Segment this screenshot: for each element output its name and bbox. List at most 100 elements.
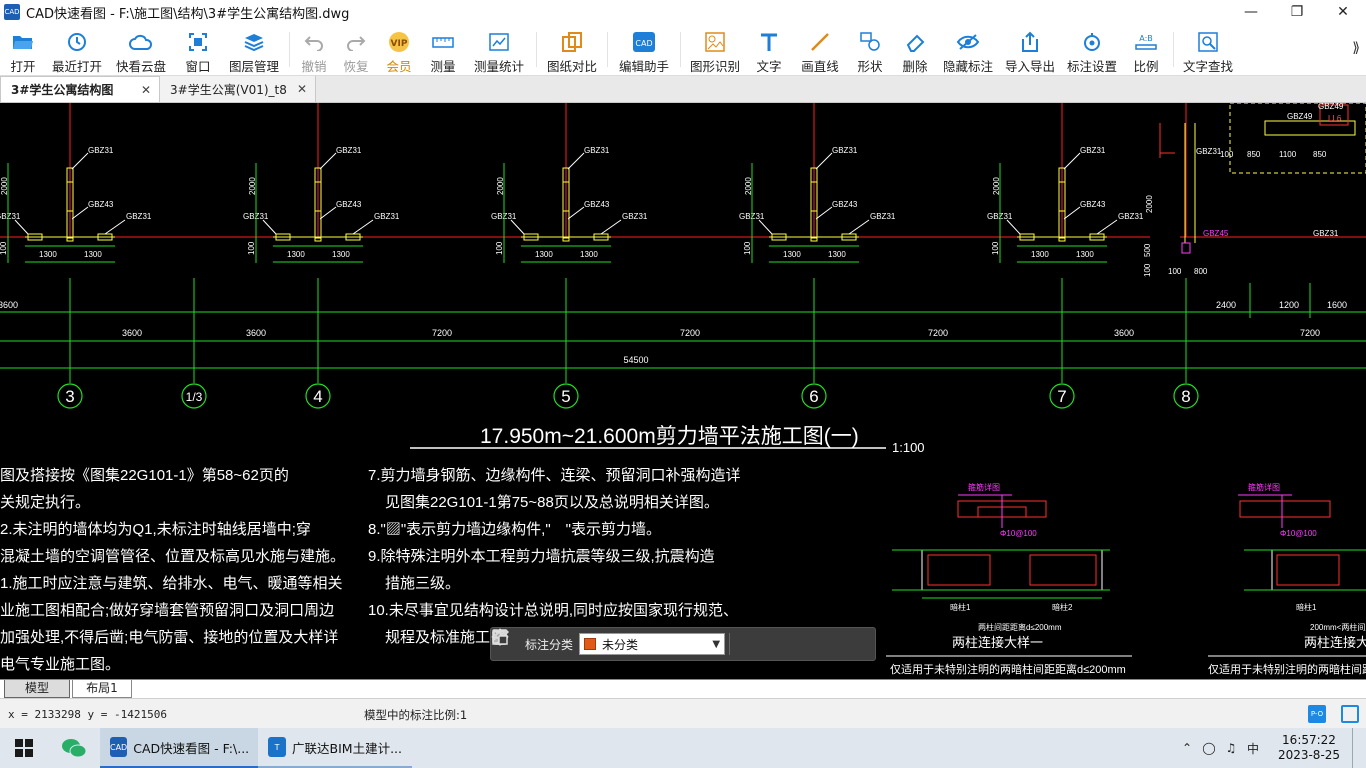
layout-tab-bar: 模型 布局1 bbox=[0, 679, 1366, 698]
minimize-button[interactable]: — bbox=[1228, 0, 1274, 24]
undo-button[interactable]: 撤销 bbox=[293, 24, 335, 75]
toolbar-label: 打开 bbox=[10, 59, 36, 74]
plan-scale: 1:100 bbox=[892, 440, 925, 455]
windows-start-icon[interactable] bbox=[0, 728, 48, 768]
network-icon[interactable]: ◯ bbox=[1198, 741, 1220, 755]
move-icon[interactable] bbox=[491, 627, 798, 661]
text-icon bbox=[757, 30, 781, 53]
volume-icon[interactable]: ♫ bbox=[1220, 741, 1242, 755]
measure-button[interactable]: 测量 bbox=[421, 24, 465, 75]
window-title: CAD快速看图 - F:\施工图\结构\3#学生公寓结构图.dwg bbox=[26, 6, 350, 22]
recent-open-button[interactable]: 最近打开 bbox=[46, 24, 108, 75]
shapes-button[interactable]: 形状 bbox=[848, 24, 892, 75]
leader-line bbox=[319, 206, 337, 220]
leader-line bbox=[14, 219, 29, 235]
shape-recognize-icon bbox=[703, 30, 727, 53]
dim-text: 850 bbox=[1313, 150, 1327, 159]
axis-bubble-labels: 3 1/3 4 5 6 7 8 bbox=[65, 387, 1190, 406]
tab-label: 3#学生公寓结构图 bbox=[11, 83, 114, 97]
detail-title: 两柱连接大样一 bbox=[952, 635, 1043, 650]
import-export-button[interactable]: 导入导出 bbox=[998, 24, 1062, 75]
vip-button[interactable]: VIP 会员 bbox=[377, 24, 421, 75]
dim-text: 1600 bbox=[1327, 300, 1347, 310]
taskbar-cad-viewer[interactable]: CAD CAD快速看图 - F:\... bbox=[100, 728, 258, 768]
dim-text: 3600 bbox=[246, 328, 266, 338]
toolbar-label: 图层管理 bbox=[228, 59, 279, 74]
layer-manager-button[interactable]: 图层管理 bbox=[222, 24, 286, 75]
eraser-icon bbox=[903, 30, 927, 53]
notes-left: 图及搭接按《图集22G101-1》第58~62页的 关规定执行。 2.未注明的墙… bbox=[0, 466, 345, 673]
col-label: GBZ31 bbox=[622, 212, 648, 221]
close-icon[interactable]: ✕ bbox=[141, 83, 151, 97]
dim-text: 100 bbox=[495, 241, 504, 255]
cloud-icon bbox=[129, 30, 153, 53]
plugin-badge-icon[interactable]: P-O bbox=[1308, 705, 1326, 723]
chevron-up-icon[interactable]: ⌃ bbox=[1176, 741, 1198, 755]
col-label: GBZ43 bbox=[336, 200, 362, 209]
taskbar-label: CAD快速看图 - F:\... bbox=[133, 740, 250, 756]
floatbar-divider bbox=[729, 633, 731, 655]
redo-button[interactable]: 恢复 bbox=[335, 24, 377, 75]
note-line: 混凝土墙的空调管管径、位置及标高见水施与建施。 bbox=[0, 548, 345, 565]
annotation-category-select[interactable]: 未分类 ▼ bbox=[579, 633, 726, 655]
close-window-button[interactable]: ✕ bbox=[1320, 0, 1366, 24]
status-bar: x = 2133298 y = -1421506 模型中的标注比例:1 P-O bbox=[0, 698, 1366, 728]
dim-text: 1300 bbox=[287, 250, 305, 259]
delete-button[interactable]: 删除 bbox=[892, 24, 938, 75]
note-line: 见图集22G101-1第75~88页以及总说明相关详图。 bbox=[385, 493, 719, 511]
maximize-button[interactable]: ❐ bbox=[1274, 0, 1320, 24]
col-label: GBZ31 bbox=[832, 146, 858, 155]
tab-3-student-apartment-structure[interactable]: 3#学生公寓结构图 ✕ bbox=[0, 76, 160, 102]
system-clock[interactable]: 16:57:22 2023-8-25 bbox=[1272, 733, 1346, 763]
show-desktop-button[interactable] bbox=[1352, 728, 1366, 768]
edit-assistant-button[interactable]: CAD 编辑助手 bbox=[611, 24, 677, 75]
hide-annotation-button[interactable]: 隐藏标注 bbox=[938, 24, 998, 75]
window-button[interactable]: 窗口 bbox=[174, 24, 222, 75]
wechat-icon[interactable] bbox=[48, 728, 100, 768]
measure-stats-button[interactable]: 测量统计 bbox=[465, 24, 533, 75]
edit-icon[interactable] bbox=[492, 627, 766, 661]
detail-label: 暗柱2 bbox=[1052, 602, 1073, 612]
copy-icon[interactable] bbox=[493, 627, 830, 661]
dim-text-total: 54500 bbox=[623, 355, 648, 365]
scale-button[interactable]: A:B 比例 bbox=[1122, 24, 1170, 75]
svg-text:A:B: A:B bbox=[1139, 34, 1153, 43]
dim-text: 1200 bbox=[1279, 300, 1299, 310]
dim-text: 2400 bbox=[1216, 300, 1236, 310]
shape-recognize-button[interactable]: 图形识别 bbox=[684, 24, 746, 75]
drawing-compare-button[interactable]: 图纸对比 bbox=[540, 24, 604, 75]
detail-caption: 仅适用于未特别注明的两暗柱间距距离d≤200mm bbox=[890, 662, 1126, 676]
cloud-drive-button[interactable]: 快看云盘 bbox=[108, 24, 174, 75]
detail-title: 两柱连接大样二 bbox=[1304, 635, 1366, 650]
axis-label: 3 bbox=[65, 387, 74, 406]
tab-3-student-apartment-v01[interactable]: 3#学生公寓(V01)_t8 ✕ bbox=[160, 76, 316, 102]
dim-text: 1300 bbox=[535, 250, 553, 259]
text-search-button[interactable]: 文字查找 bbox=[1177, 24, 1239, 75]
taskbar-glodon-bim[interactable]: T 广联达BIM土建计... bbox=[258, 728, 412, 768]
annotation-settings-button[interactable]: 标注设置 bbox=[1062, 24, 1122, 75]
toolbar-label: 恢复 bbox=[343, 59, 369, 74]
main-toolbar: 打开 最近打开 快看云盘 窗口 图层管理 撤销 恢复 VIP 会员 测量 测量统… bbox=[0, 24, 1366, 76]
leader-line bbox=[1096, 219, 1118, 235]
cad-viewer-window: { "window": { "title": "CAD快速看图 - F:\\施工… bbox=[0, 0, 1366, 768]
close-icon[interactable]: ✕ bbox=[297, 82, 307, 96]
open-button[interactable]: 打开 bbox=[0, 24, 46, 75]
ime-indicator[interactable]: 中 bbox=[1242, 740, 1264, 757]
tab-model[interactable]: 模型 bbox=[4, 680, 70, 698]
category-selected-value: 未分类 bbox=[602, 637, 639, 652]
leader-line bbox=[352, 219, 374, 235]
toolbar-label: 窗口 bbox=[185, 59, 211, 74]
note-line: 7.剪力墙身钢筋、边缘构件、连梁、预留洞口补强构造详 bbox=[368, 467, 741, 484]
drawing-canvas[interactable]: GBZ31GBZ43GBZ31GBZ31130013002000100GBZ31… bbox=[0, 103, 1366, 679]
text-button[interactable]: 文字 bbox=[746, 24, 792, 75]
clock-date: 2023-8-25 bbox=[1277, 748, 1341, 762]
compare-icon bbox=[560, 30, 584, 53]
dim-text: 500 bbox=[1143, 243, 1152, 257]
paste-icon[interactable] bbox=[493, 627, 862, 661]
toolbar-label: 画直线 bbox=[801, 59, 839, 74]
dim-text: 100 bbox=[743, 241, 752, 255]
tab-layout1[interactable]: 布局1 bbox=[72, 680, 132, 698]
fullscreen-icon[interactable] bbox=[1341, 705, 1359, 723]
toolbar-more-icon[interactable]: ⟫ bbox=[1352, 40, 1360, 56]
draw-line-button[interactable]: 画直线 bbox=[792, 24, 848, 75]
